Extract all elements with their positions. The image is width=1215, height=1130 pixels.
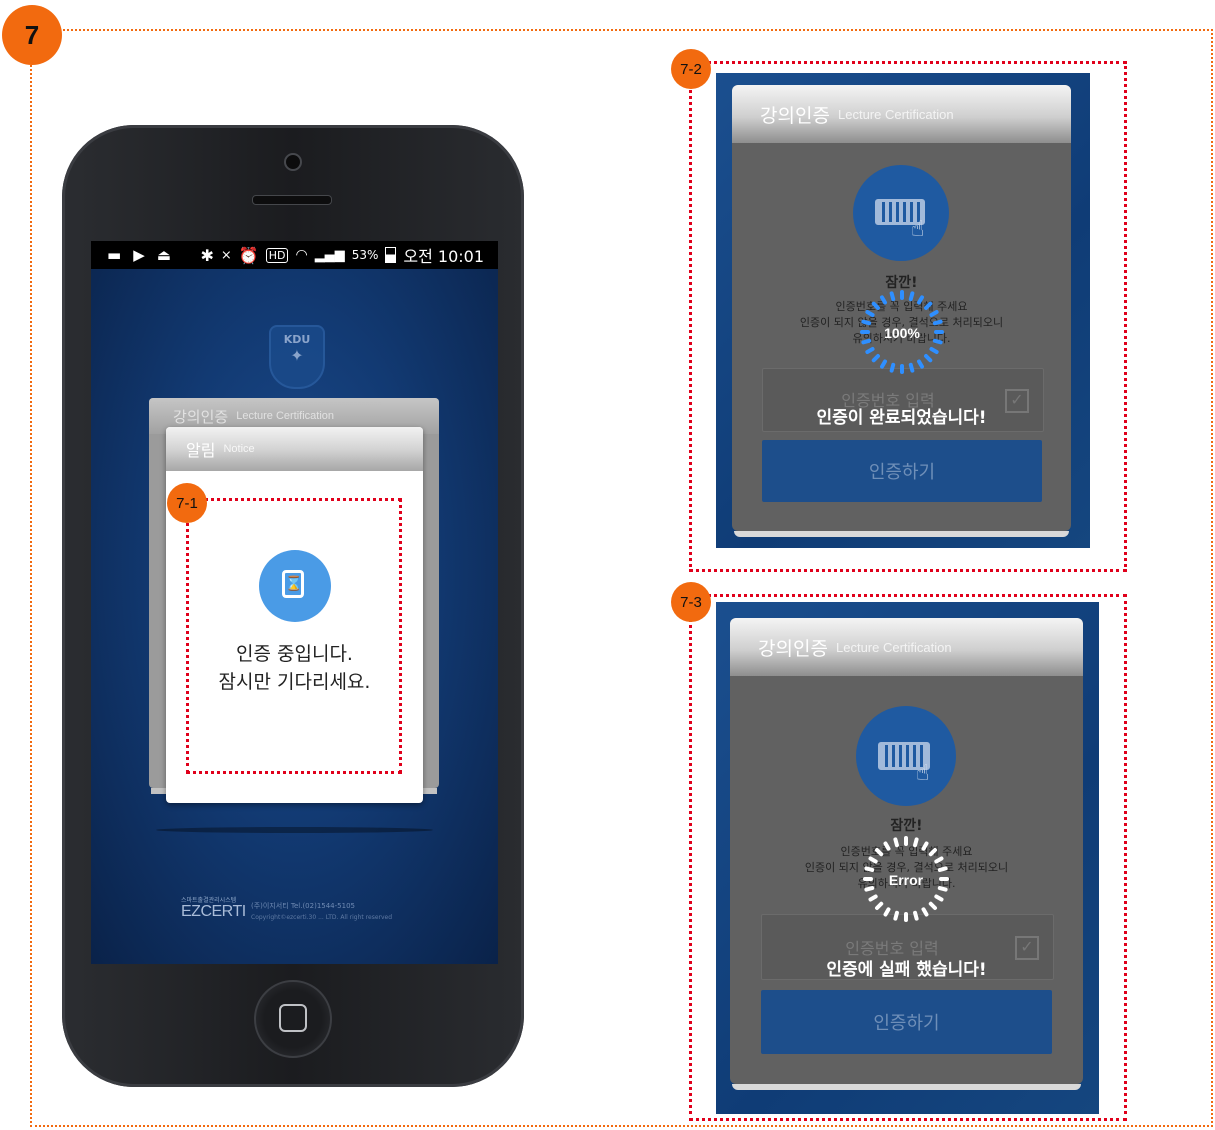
spinner-tick: [883, 907, 891, 917]
spinner-tick: [917, 295, 924, 305]
keyboard-circle: ☝: [853, 165, 949, 261]
spinner-tick: [880, 359, 887, 369]
error-spinner: Error: [863, 836, 949, 922]
card-shelf: [732, 1084, 1081, 1090]
spinner-tick: [889, 291, 896, 302]
spinner-tick: [861, 319, 872, 326]
authenticate-button[interactable]: 인증하기: [761, 990, 1052, 1054]
spinner-tick: [924, 301, 933, 310]
notice-header: 알림 Notice: [166, 427, 423, 471]
section-badge: 7: [2, 5, 62, 65]
card-subtitle: Lecture Certification: [838, 107, 954, 122]
hd-icon: HD: [265, 247, 289, 263]
spinner-tick: [893, 910, 899, 921]
notice-title: 알림: [186, 441, 216, 460]
highlight-7-1: [186, 498, 402, 774]
crest-text: KDU: [283, 333, 311, 346]
progress-spinner: 100%: [860, 290, 944, 374]
spinner-tick: [865, 347, 875, 354]
spinner-tick: [921, 907, 929, 917]
spinner-tick: [864, 886, 875, 892]
mute-icon: ⨯: [220, 247, 232, 263]
spinner-tick: [937, 866, 948, 872]
home-square-icon: [279, 1004, 307, 1032]
spinner-tick: [875, 901, 884, 910]
spinner-tick: [908, 291, 915, 302]
spinner-tick: [928, 901, 937, 910]
panel-error: 강의인증 Lecture Certification ☝ 잠깐! 인증번호를 꼭…: [716, 602, 1099, 1114]
footer-copyright: Copyright©ezcerti.30 ... LTD. All right …: [251, 914, 393, 921]
spinner-label: 100%: [884, 325, 920, 341]
signal-icon: ▂▄▆: [314, 247, 345, 263]
spinner-tick: [883, 841, 891, 851]
badge-7-2: 7-2: [671, 49, 711, 89]
spinner-tick: [921, 841, 929, 851]
lecture-cert-title: 강의인증: [173, 407, 229, 426]
spinner-tick: [865, 310, 875, 317]
spinner-tick: [871, 301, 880, 310]
spinner-tick: [932, 338, 943, 345]
message-icon: ▬: [107, 246, 122, 264]
dialog-shadow-line: [156, 827, 433, 833]
battery-icon: [385, 247, 397, 263]
spinner-tick: [908, 362, 915, 373]
spinner-tick: [937, 886, 948, 892]
hand-pointer-icon: ☝: [916, 761, 930, 786]
clock: 오전 10:01: [403, 247, 484, 266]
crest-figure-icon: ✦: [290, 346, 304, 365]
spinner-tick: [932, 319, 943, 326]
lecture-cert-subtitle: Lecture Certification: [236, 410, 335, 422]
authenticate-button[interactable]: 인증하기: [762, 440, 1042, 502]
spinner-tick: [893, 837, 899, 848]
spinner-tick: [929, 347, 939, 354]
spinner-tick: [913, 837, 919, 848]
spinner-tick: [868, 894, 878, 902]
home-button[interactable]: [254, 980, 332, 1058]
badge-7-1: 7-1: [167, 483, 207, 523]
spinner-tick: [913, 910, 919, 921]
spinner-tick: [864, 866, 875, 872]
battery-percent: 53%: [351, 248, 379, 262]
spinner-tick: [868, 856, 878, 864]
notice-subtitle: Notice: [223, 443, 255, 455]
card-title: 강의인증: [760, 105, 830, 127]
spinner-tick: [934, 856, 944, 864]
card-shelf: [734, 531, 1069, 537]
success-message: 인증이 완료되었습니다!: [816, 408, 987, 428]
spinner-label: Error: [889, 872, 924, 888]
spinner-tick: [861, 338, 872, 345]
spinner-tick: [924, 354, 933, 363]
hand-pointer-icon: ☝: [911, 217, 925, 242]
university-crest-logo: KDU ✦: [269, 325, 325, 389]
card-subtitle: Lecture Certification: [836, 640, 952, 655]
panel-success: 강의인증 Lecture Certification ☝ 잠깐! 인증번호를 꼭…: [716, 73, 1090, 548]
badge-7-3: 7-3: [671, 582, 711, 622]
wifi-icon: ◠: [295, 247, 308, 263]
android-icon: ⏏: [156, 246, 171, 264]
earpiece-speaker: [252, 195, 332, 205]
spinner-tick: [880, 295, 887, 305]
play-store-icon: ▶: [133, 246, 145, 264]
spinner-tick: [928, 848, 937, 857]
wait-heading: 잠깐!: [890, 818, 923, 834]
status-bar: ▬ ▶ ⏏ ✱ ⨯ ⏰ HD ◠ ▂▄▆ 53% 오전 10:01: [91, 241, 498, 269]
footer-contact: (주)이지서티 Tel.(02)1544-5105: [251, 902, 355, 910]
spinner-tick: [934, 894, 944, 902]
spinner-tick: [871, 354, 880, 363]
footer-brand-logo: EZCERTI: [181, 903, 246, 920]
spinner-tick: [929, 310, 939, 317]
spinner-tick: [875, 848, 884, 857]
card-title: 강의인증: [758, 638, 828, 660]
bluetooth-icon: ✱: [200, 245, 214, 265]
alarm-icon: ⏰: [238, 245, 259, 265]
keyboard-circle: ☝: [856, 706, 956, 806]
spinner-tick: [889, 362, 896, 373]
spinner-tick: [917, 359, 924, 369]
error-message: 인증에 실패 했습니다!: [826, 960, 987, 980]
front-camera: [284, 153, 302, 171]
